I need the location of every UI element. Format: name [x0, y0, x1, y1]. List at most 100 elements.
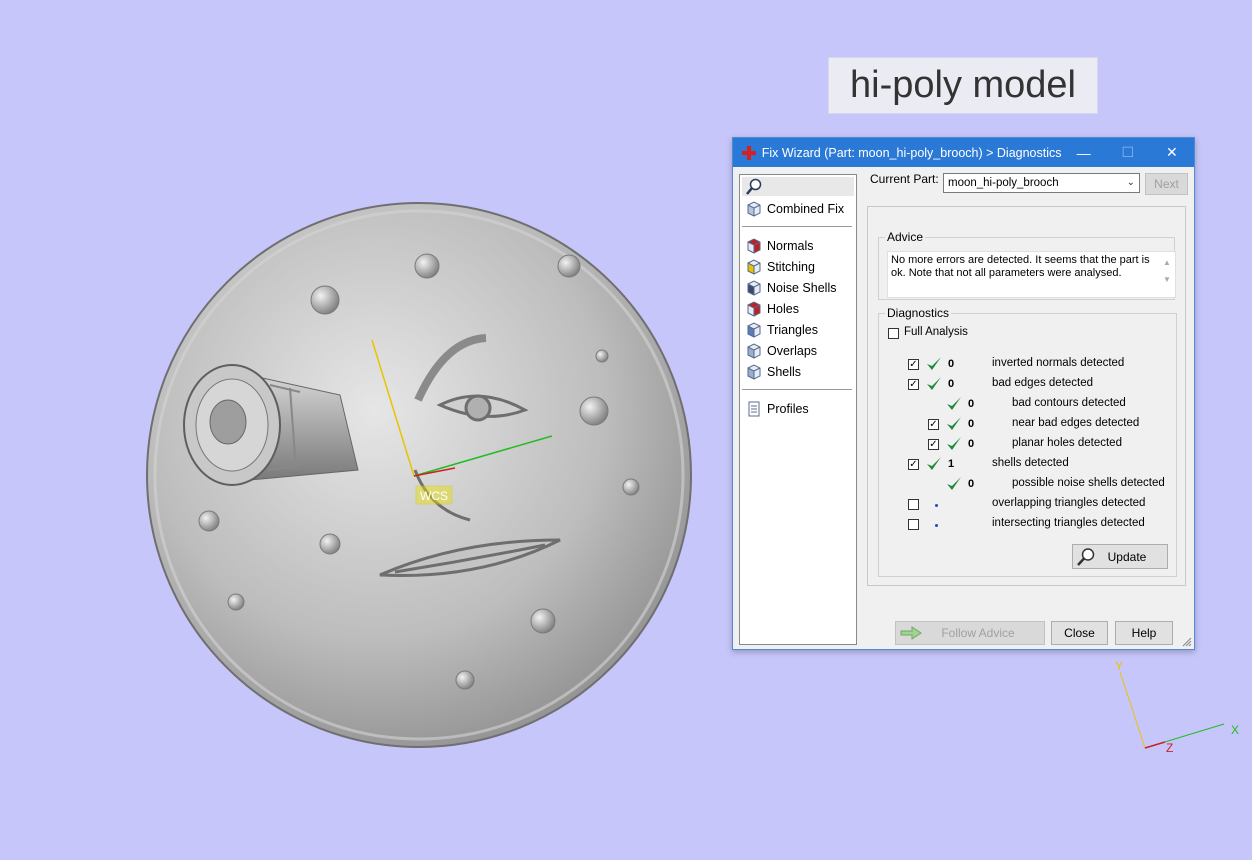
- green-check-icon: [927, 457, 941, 470]
- fix-wizard-dialog: Fix Wizard (Part: moon_hi-poly_brooch) >…: [732, 137, 1195, 650]
- diagnostic-label: bad edges detected: [992, 377, 1094, 389]
- diagnostic-label: shells detected: [992, 457, 1069, 469]
- update-button-label: Update: [1107, 549, 1147, 564]
- diagnostic-checkbox[interactable]: ✓: [908, 359, 919, 370]
- follow-advice-label: Follow Advice: [941, 626, 1015, 640]
- sidebar-item-profiles[interactable]: Profiles: [740, 398, 856, 419]
- green-check-icon: [947, 397, 961, 410]
- magnifier-icon: [746, 178, 762, 195]
- axis-z-label: Z: [1166, 741, 1173, 755]
- magnifier-icon: [1077, 548, 1095, 566]
- diagnostics-group: Diagnostics Full Analysis ✓ 0 inverted nor…: [878, 306, 1177, 577]
- diagnostic-checkbox[interactable]: ✓: [908, 459, 919, 470]
- axes-triad: Y X Z: [1115, 659, 1239, 755]
- diagnostic-count: 0: [968, 418, 975, 430]
- sidebar-item-overlaps[interactable]: Overlaps: [740, 340, 856, 361]
- not-analysed-dot-icon: [935, 524, 938, 527]
- advice-text: No more errors are detected. It seems th…: [891, 254, 1150, 279]
- sidebar-item-label: Profiles: [767, 401, 809, 416]
- sidebar-item-normals[interactable]: Normals: [740, 235, 856, 256]
- sidebar-item-holes[interactable]: Holes: [740, 298, 856, 319]
- green-check-icon: [947, 417, 961, 430]
- triangles-icon: [747, 321, 761, 338]
- sidebar-item-label: Stitching: [767, 259, 815, 274]
- diagnostic-label: inverted normals detected: [992, 357, 1125, 369]
- green-check-icon: [947, 437, 961, 450]
- current-part-value: moon_hi-poly_brooch: [948, 177, 1059, 189]
- diagnostic-label: intersecting triangles detected: [992, 517, 1145, 529]
- diagnostic-checkbox[interactable]: [908, 499, 919, 510]
- normals-icon: [747, 237, 761, 254]
- help-button[interactable]: Help: [1115, 621, 1173, 645]
- follow-advice-button[interactable]: Follow Advice: [895, 621, 1045, 645]
- diagnostic-label: near bad edges detected: [1012, 417, 1140, 429]
- minimize-button[interactable]: —: [1062, 138, 1106, 167]
- current-part-label: Current Part:: [870, 172, 939, 186]
- green-check-icon: [947, 477, 961, 490]
- diagnostic-count: 0: [968, 478, 975, 490]
- diagnostic-checkbox[interactable]: [908, 519, 919, 530]
- diagnostic-count: 0: [948, 358, 955, 370]
- noise-shells-icon: [747, 279, 761, 296]
- stitching-icon: [747, 258, 761, 275]
- sidebar-item-stitching[interactable]: Stitching: [740, 256, 856, 277]
- sidebar-item-label: Holes: [767, 301, 799, 316]
- sidebar-item-label: Combined Fix: [767, 201, 845, 216]
- update-button[interactable]: Update: [1072, 544, 1168, 569]
- diagnostic-checkbox[interactable]: ✓: [908, 379, 919, 390]
- shells-icon: [747, 363, 761, 380]
- sidebar-item-combined-fix[interactable]: Combined Fix: [740, 198, 856, 219]
- panel-divider: [742, 389, 852, 390]
- dialog-title: Fix Wizard (Part: moon_hi-poly_brooch) >…: [761, 145, 1062, 160]
- green-check-icon: [927, 377, 941, 390]
- sidebar-item-shells[interactable]: Shells: [740, 361, 856, 382]
- diagnostic-checkbox[interactable]: ✓: [928, 419, 939, 430]
- green-arrow-icon: [900, 626, 922, 640]
- current-part-select[interactable]: moon_hi-poly_brooch ⌄: [943, 173, 1140, 193]
- resize-grip-icon[interactable]: [1182, 637, 1192, 647]
- combined-fix-icon: [747, 200, 761, 217]
- maximize-button[interactable]: ☐: [1106, 138, 1150, 167]
- sidebar-item-label: Noise Shells: [767, 280, 837, 295]
- overlaps-icon: [747, 342, 761, 359]
- green-check-icon: [927, 357, 941, 370]
- holes-icon: [747, 300, 761, 317]
- axis-x-label: X: [1231, 723, 1239, 737]
- sidebar-item-label: Triangles: [767, 322, 818, 337]
- next-button[interactable]: Next: [1145, 173, 1188, 195]
- full-analysis-label: Full Analysis: [904, 326, 968, 338]
- diagnostic-label: possible noise shells detected: [1012, 477, 1165, 489]
- close-button[interactable]: Close: [1051, 621, 1108, 645]
- dialog-titlebar[interactable]: Fix Wizard (Part: moon_hi-poly_brooch) >…: [733, 138, 1194, 167]
- advice-group: Advice No more errors are detected. It s…: [878, 230, 1176, 300]
- full-analysis-checkbox[interactable]: [888, 328, 899, 339]
- sidebar-item-label: Normals: [767, 238, 814, 253]
- sidebar-item-label: Overlaps: [767, 343, 818, 358]
- sidebar-item-triangles[interactable]: Triangles: [740, 319, 856, 340]
- diagnostic-count: 0: [968, 438, 975, 450]
- diagnostic-count: 0: [948, 378, 955, 390]
- search-tool[interactable]: [742, 177, 854, 196]
- axis-y-label: Y: [1115, 659, 1123, 673]
- diagnostics-legend: Diagnostics: [885, 306, 952, 320]
- diagnostic-label: bad contours detected: [1012, 397, 1126, 409]
- model-caption: hi-poly model: [828, 57, 1098, 114]
- advice-legend: Advice: [885, 230, 926, 244]
- wcs-label: WCS: [420, 489, 448, 503]
- sidebar-item-label: Shells: [767, 364, 802, 379]
- diagnostics-container: Advice No more errors are detected. It s…: [867, 206, 1186, 586]
- diagnostic-count: 0: [968, 398, 975, 410]
- fix-category-panel: Combined Fix Normals Stitching Noise Shell…: [739, 174, 857, 645]
- not-analysed-dot-icon: [935, 504, 938, 507]
- sidebar-item-noise-shells[interactable]: Noise Shells: [740, 277, 856, 298]
- profiles-icon: [748, 401, 760, 416]
- red-cross-app-icon: [742, 145, 756, 160]
- advice-textbox: No more errors are detected. It seems th…: [887, 251, 1176, 298]
- diagnostic-count: 1: [948, 458, 955, 470]
- close-window-button[interactable]: ✕: [1150, 138, 1194, 167]
- diagnostic-label: overlapping triangles detected: [992, 497, 1146, 509]
- advice-scrollbar[interactable]: ▲ ▼: [1161, 254, 1173, 296]
- diagnostic-label: planar holes detected: [1012, 437, 1122, 449]
- diagnostic-checkbox[interactable]: ✓: [928, 439, 939, 450]
- panel-divider: [742, 226, 852, 227]
